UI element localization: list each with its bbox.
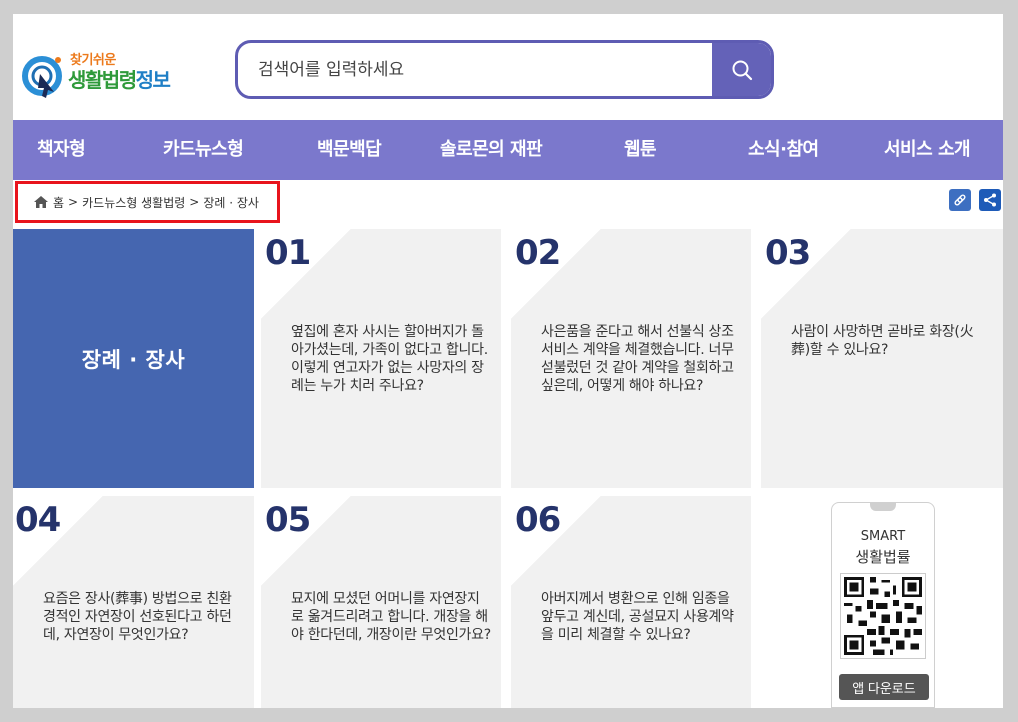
breadcrumb: 홈 > 카드뉴스형 생활법령 > 장례 · 장사 — [15, 181, 280, 223]
nav-item-webtoon[interactable]: 웹툰 — [624, 120, 657, 180]
card-number: 01 — [265, 233, 311, 273]
breadcrumb-separator: > — [189, 195, 200, 209]
copy-link-button[interactable] — [949, 189, 971, 211]
card-question: 사은품을 준다고 해서 선불식 상조서비스 계약을 체결했습니다. 너무 섣불렀… — [541, 324, 734, 394]
breadcrumb-home[interactable]: 홈 — [53, 194, 64, 211]
share-icon — [984, 193, 996, 207]
nav-item-booklet[interactable]: 책자형 — [37, 120, 86, 180]
nav-item-news[interactable]: 소식·참여 — [748, 120, 819, 180]
breadcrumb-separator: > — [68, 195, 79, 209]
app-download-button[interactable]: 앱 다운로드 — [839, 674, 929, 700]
main-nav: 책자형 카드뉴스형 백문백답 솔로몬의 재판 웹툰 소식·참여 서비스 소개 — [13, 120, 1003, 180]
card-question: 요즘은 장사(葬事) 방법으로 친환경적인 자연장이 선호된다고 하던데, 자연… — [43, 591, 232, 643]
card-question: 아버지께서 병환으로 인해 임종을 앞두고 계신데, 공설묘지 사용계약을 미리… — [541, 591, 734, 643]
breadcrumb-current: 장례 · 장사 — [203, 195, 259, 210]
logo-mark-icon — [22, 56, 62, 98]
card-number: 02 — [515, 233, 561, 273]
search-icon — [732, 60, 753, 80]
nav-item-solomon[interactable]: 솔로몬의 재판 — [440, 120, 543, 180]
home-icon — [34, 196, 48, 208]
search-input[interactable] — [258, 43, 698, 96]
nav-item-qna[interactable]: 백문백답 — [317, 120, 382, 180]
qr-code-icon — [840, 573, 926, 659]
card-item-06[interactable]: 06 아버지께서 병환으로 인해 임종을 앞두고 계신데, 공설묘지 사용계약을… — [511, 496, 751, 708]
site-logo[interactable]: 찾기쉬운 생활법령정보 — [20, 44, 190, 104]
card-number: 04 — [15, 500, 61, 540]
app-download-card: SMART 생활법률 앱 다운로드 — [831, 502, 935, 708]
card-number: 05 — [265, 500, 311, 540]
search-button[interactable] — [712, 43, 771, 96]
link-icon — [954, 194, 966, 206]
card-item-05[interactable]: 05 묘지에 모셨던 어머니를 자연장지로 옮겨드리려고 합니다. 개장을 해야… — [261, 496, 501, 708]
card-item-04[interactable]: 04 요즘은 장사(葬事) 방법으로 친환경적인 자연장이 선호된다고 하던데,… — [13, 496, 254, 708]
card-question: 옆집에 혼자 사시는 할아버지가 돌아가셨는데, 가족이 없다고 합니다. 이렇… — [291, 324, 488, 394]
nav-item-cardnews[interactable]: 카드뉴스형 — [163, 120, 244, 180]
app-smart-label: SMART — [860, 529, 906, 544]
card-number: 06 — [515, 500, 561, 540]
logo-title: 생활법령정보 — [68, 68, 171, 92]
page: 찾기쉬운 생활법령정보 책자형 카드뉴스형 백문백답 솔로몬의 재판 웹툰 소식… — [13, 14, 1003, 708]
card-item-01[interactable]: 01 옆집에 혼자 사시는 할아버지가 돌아가셨는데, 가족이 없다고 합니다.… — [261, 229, 501, 488]
card-item-03[interactable]: 03 사람이 사망하면 곧바로 화장(火葬)할 수 있나요? — [761, 229, 1003, 488]
search-box — [235, 40, 774, 99]
breadcrumb-level1[interactable]: 카드뉴스형 생활법령 — [82, 194, 185, 211]
card-number: 03 — [765, 233, 811, 273]
nav-item-about[interactable]: 서비스 소개 — [884, 120, 971, 180]
app-name: 생활법률 — [855, 548, 911, 566]
card-item-02[interactable]: 02 사은품을 준다고 해서 선불식 상조서비스 계약을 체결했습니다. 너무 … — [511, 229, 751, 488]
category-title: 장례 · 장사 — [13, 229, 254, 488]
share-button[interactable] — [979, 189, 1001, 211]
card-question: 사람이 사망하면 곧바로 화장(火葬)할 수 있나요? — [791, 324, 974, 358]
card-question: 묘지에 모셨던 어머니를 자연장지로 옮겨드리려고 합니다. 개장을 해야 한다… — [291, 591, 491, 643]
